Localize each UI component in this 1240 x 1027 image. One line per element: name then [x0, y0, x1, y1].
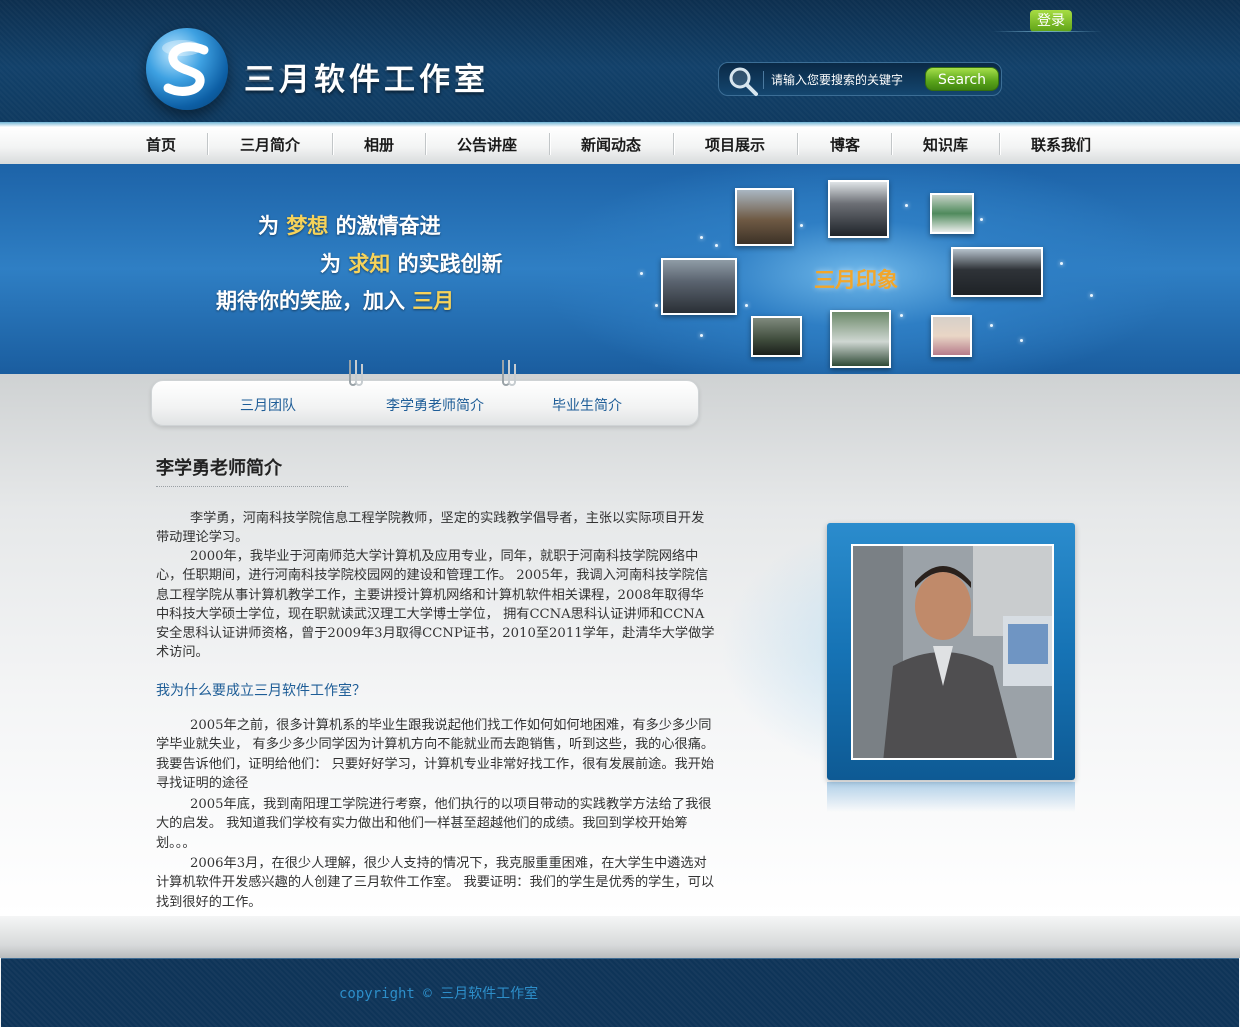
- subtab-teacher-intro[interactable]: 李学勇老师简介: [386, 395, 484, 415]
- sparkle-icon: [655, 304, 658, 307]
- sparkle-icon: [905, 204, 908, 207]
- banner-slogan-line-3: 期待你的笑脸，加入 三月: [216, 289, 455, 313]
- site-header: 三月软件工作室 三月软件工作室 登录 Search: [0, 0, 1240, 122]
- title-divider: [156, 486, 348, 487]
- gallery-photo[interactable]: [931, 315, 972, 357]
- login-divider: [992, 31, 1102, 32]
- nav-separator: [332, 133, 333, 155]
- main-nav: 首页 三月简介 相册 公告讲座 新闻动态 项目展示 博客 知识库 联系我们: [0, 122, 1240, 164]
- nav-item-home[interactable]: 首页: [146, 134, 176, 155]
- gallery-photo[interactable]: [951, 247, 1043, 297]
- sparkle-icon: [700, 236, 703, 239]
- gallery-photo[interactable]: [930, 193, 974, 234]
- banner-slogan-line-2: 为 求知 的实践创新: [320, 252, 503, 276]
- logo-text-reflection: 三月软件工作室: [244, 66, 489, 84]
- sub-navigation: 三月团队 李学勇老师简介 毕业生简介: [151, 380, 699, 426]
- nav-separator: [425, 133, 426, 155]
- story-paragraph: 2005年底，我到南阳理工学院进行考察，他们执行的以项目带动的实践教学方法给了我…: [156, 797, 712, 851]
- sparkle-icon: [1020, 339, 1023, 342]
- footer-shadow: [0, 916, 1240, 958]
- nav-item-knowledge[interactable]: 知识库: [923, 134, 968, 155]
- teacher-portrait: [851, 544, 1054, 760]
- sparkle-icon: [1090, 294, 1093, 297]
- sparkle-icon: [980, 218, 983, 221]
- sparkle-icon: [800, 224, 803, 227]
- sparkle-icon: [700, 334, 703, 337]
- nav-separator: [999, 133, 1000, 155]
- copyright-text: copyright © 三月软件工作室: [339, 986, 539, 1002]
- sparkle-icon: [745, 304, 748, 307]
- gallery-label: 三月印象: [814, 268, 898, 292]
- sparkle-icon: [1060, 262, 1063, 265]
- search-button[interactable]: Search: [925, 67, 999, 91]
- search-input[interactable]: [771, 70, 921, 90]
- section-heading: 我为什么要成立三月软件工作室？: [156, 683, 366, 699]
- nav-separator: [549, 133, 550, 155]
- page-title: 李学勇老师简介: [156, 458, 282, 479]
- story-paragraph: 2005年之前，很多计算机系的毕业生跟我说起他们找工作如何如何地困难，有多少多少…: [156, 718, 715, 791]
- nav-separator: [207, 133, 208, 155]
- nav-item-album[interactable]: 相册: [364, 134, 394, 155]
- banner-slogan-line-1: 为 梦想 的激情奋进: [258, 214, 441, 238]
- sparkle-icon: [900, 314, 903, 317]
- site-footer: copyright © 三月软件工作室: [1, 958, 1239, 1027]
- portrait-reflection: [827, 782, 1075, 812]
- nav-item-contact[interactable]: 联系我们: [1031, 134, 1091, 155]
- subtab-team[interactable]: 三月团队: [240, 395, 296, 415]
- magnifier-icon: [726, 65, 760, 101]
- gallery-photo[interactable]: [828, 180, 889, 238]
- search-box: Search: [718, 62, 1002, 96]
- intro-paragraph: 2000年，我毕业于河南师范大学计算机及应用专业，同年，就职于河南科技学院网络中…: [156, 549, 715, 661]
- hero-banner: 为 梦想 的激情奋进 为 求知 的实践创新 期待你的笑脸，加入 三月 三月印象: [0, 164, 1240, 374]
- sparkle-icon: [715, 244, 718, 247]
- gallery-photo[interactable]: [661, 258, 737, 315]
- subtab-graduates[interactable]: 毕业生简介: [552, 395, 622, 415]
- sparkle-icon: [990, 324, 993, 327]
- nav-item-about[interactable]: 三月简介: [240, 134, 300, 155]
- nav-item-projects[interactable]: 项目展示: [705, 134, 765, 155]
- intro-paragraph: 李学勇，河南科技学院信息工程学院教师，坚定的实践教学倡导者，主张以实际项目开发带…: [156, 511, 705, 546]
- paper-clip-icon: [345, 358, 365, 388]
- gallery-photo[interactable]: [735, 188, 794, 246]
- logo-emblem-icon[interactable]: [146, 28, 228, 110]
- sparkle-icon: [640, 272, 643, 275]
- nav-item-blog[interactable]: 博客: [830, 134, 860, 155]
- gallery-photo[interactable]: [830, 310, 891, 368]
- nav-item-announcements[interactable]: 公告讲座: [457, 134, 517, 155]
- search-separator: [763, 71, 764, 89]
- nav-separator: [891, 133, 892, 155]
- gallery-photo[interactable]: [751, 316, 802, 357]
- nav-separator: [673, 133, 674, 155]
- nav-item-news[interactable]: 新闻动态: [581, 134, 641, 155]
- story-paragraph: 2006年3月，在很少人理解，很少人支持的情况下，我克服重重困难，在大学生中遴选…: [156, 856, 715, 910]
- login-button[interactable]: 登录: [1030, 10, 1072, 32]
- paper-clip-icon: [498, 358, 518, 388]
- nav-separator: [797, 133, 798, 155]
